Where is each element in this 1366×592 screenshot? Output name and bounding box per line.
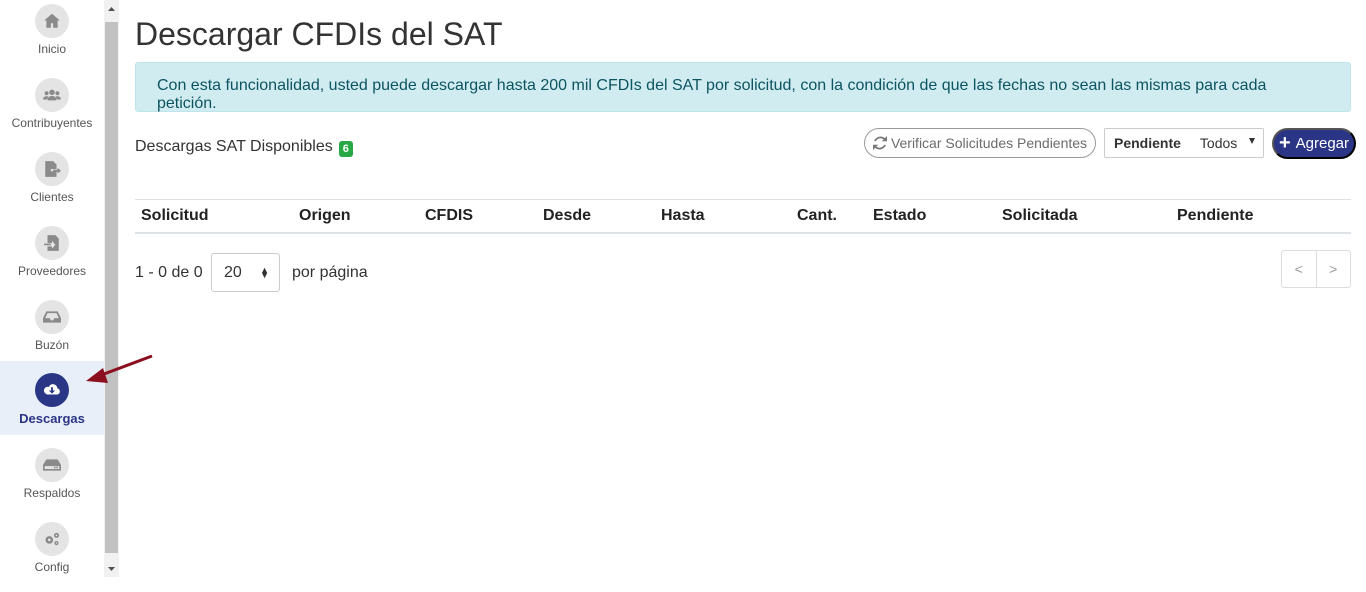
sidebar-item-label: Respaldos	[23, 486, 81, 500]
sidebar-item-contribuyentes[interactable]: Contribuyentes	[0, 74, 104, 148]
file-import-icon	[35, 226, 69, 260]
column-header[interactable]: Pendiente	[1177, 207, 1253, 225]
column-header[interactable]: Estado	[873, 207, 926, 225]
per-page-select[interactable]: 20 ▲ ▼	[211, 253, 280, 292]
sidebar-item-proveedores[interactable]: Proveedores	[0, 222, 104, 296]
home-icon	[35, 4, 69, 38]
sidebar-item-label: Clientes	[30, 190, 74, 204]
prev-page-button[interactable]: <	[1282, 251, 1317, 287]
pager: < >	[1281, 250, 1351, 288]
column-header[interactable]: Origen	[299, 207, 351, 225]
available-downloads: Descargas SAT Disponibles 6	[135, 138, 353, 157]
pending-filter-select[interactable]: Pendiente Todos	[1104, 128, 1264, 158]
sidebar-item-label: Inicio	[37, 42, 66, 56]
filter-label: Pendiente	[1114, 135, 1181, 151]
plus-icon: +	[1278, 131, 1291, 154]
next-page-button[interactable]: >	[1317, 251, 1351, 287]
sidebar-item-respaldos[interactable]: Respaldos	[0, 444, 104, 518]
scroll-up-icon[interactable]	[104, 0, 119, 17]
scroll-thumb[interactable]	[105, 22, 118, 553]
sidebar: Inicio Contribuyentes Clientes Proveedor…	[0, 0, 104, 577]
sidebar-item-label: Descargas	[19, 411, 85, 426]
page-title: Descargar CFDIs del SAT	[135, 16, 503, 52]
add-button-label: Agregar	[1295, 135, 1350, 152]
sidebar-item-clientes[interactable]: Clientes	[0, 148, 104, 222]
sort-arrows-icon: ▲ ▼	[260, 265, 269, 280]
sidebar-item-label: Config	[34, 560, 70, 574]
column-header[interactable]: Desde	[543, 207, 591, 225]
users-icon	[35, 78, 69, 112]
refresh-icon	[872, 136, 887, 150]
cogs-icon	[35, 522, 69, 556]
caret-down-icon	[1249, 138, 1255, 144]
cloud-download-icon	[35, 373, 69, 407]
available-count-badge: 6	[338, 141, 353, 157]
available-downloads-label: Descargas SAT Disponibles	[135, 138, 333, 155]
inbox-icon	[35, 300, 69, 334]
per-page-label: por página	[292, 264, 368, 281]
sidebar-item-label: Contribuyentes	[11, 116, 93, 130]
table-header: Solicitud Origen CFDIS Desde Hasta Cant.…	[135, 199, 1351, 234]
column-header[interactable]: Solicitud	[141, 207, 209, 225]
column-header[interactable]: Cant.	[797, 207, 837, 225]
column-header[interactable]: Hasta	[661, 207, 705, 225]
sidebar-item-label: Proveedores	[17, 264, 87, 278]
sidebar-item-inicio[interactable]: Inicio	[0, 0, 104, 74]
verify-pending-label: Verificar Solicitudes Pendientes	[890, 135, 1088, 151]
column-header[interactable]: CFDIS	[425, 207, 473, 225]
file-export-icon	[35, 152, 69, 186]
sidebar-scrollbar[interactable]	[104, 0, 119, 577]
pagination-range: 1 - 0 de 0	[135, 264, 203, 281]
hdd-icon	[35, 448, 69, 482]
add-button[interactable]: + Agregar	[1272, 128, 1356, 159]
per-page-value: 20	[224, 263, 242, 281]
column-header[interactable]: Solicitada	[1002, 207, 1078, 225]
info-alert: Con esta funcionalidad, usted puede desc…	[135, 62, 1351, 112]
verify-pending-button[interactable]: Verificar Solicitudes Pendientes	[864, 128, 1096, 158]
sidebar-item-config[interactable]: Config	[0, 518, 104, 592]
filter-value: Todos	[1199, 135, 1238, 151]
annotation-arrow-icon	[86, 354, 153, 383]
scroll-down-icon[interactable]	[104, 560, 119, 577]
